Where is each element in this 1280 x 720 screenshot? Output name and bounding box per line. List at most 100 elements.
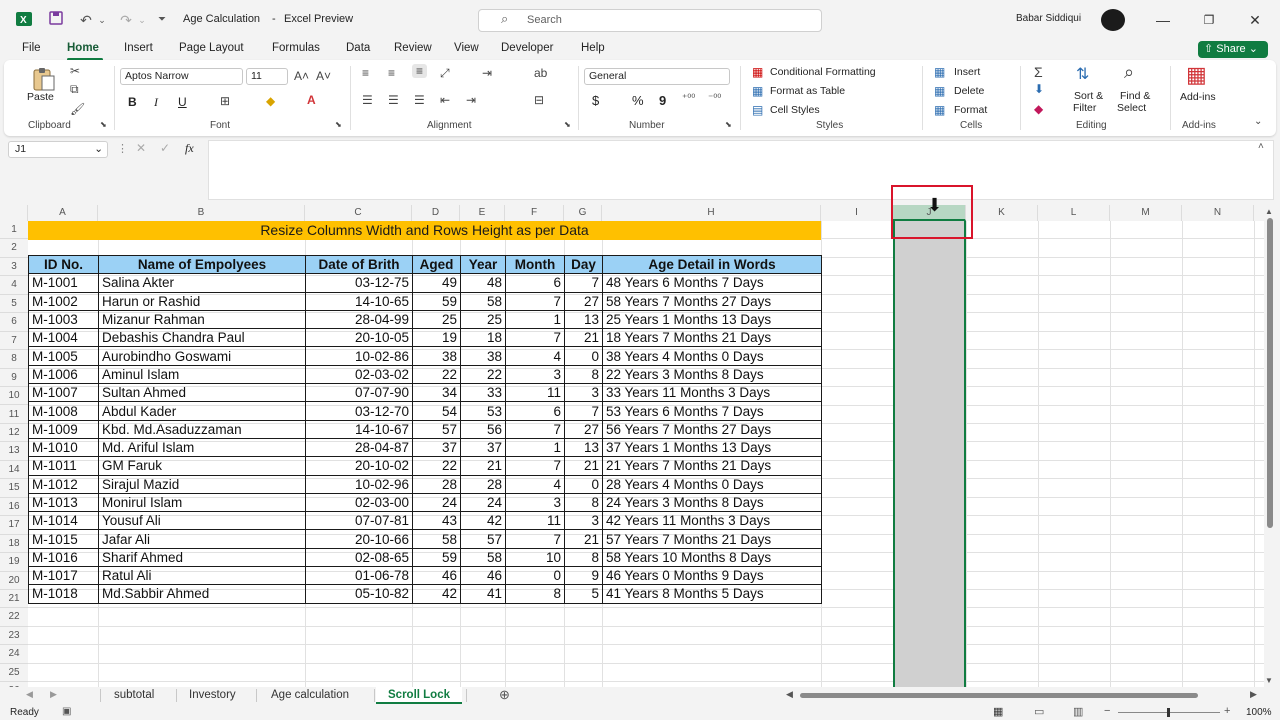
avatar[interactable] [1101, 9, 1125, 31]
row-header[interactable]: 21 [0, 590, 28, 609]
table-cell[interactable]: Ratul Ali [98, 566, 306, 586]
row-header[interactable]: 16 [0, 497, 28, 517]
font-name-select[interactable]: Aptos Narrow [120, 68, 243, 85]
clear-icon[interactable]: ◆ [1034, 102, 1043, 116]
table-cell[interactable]: Md. Ariful Islam [98, 437, 306, 458]
table-cell[interactable]: 21 [564, 328, 603, 348]
table-cell[interactable]: M-1013 [28, 492, 99, 513]
row-header[interactable]: 6 [0, 313, 28, 332]
table-cell[interactable]: M-1006 [28, 364, 99, 385]
collapse-formula-bar-icon[interactable]: ˄ [1258, 141, 1264, 152]
menu-insert[interactable]: Insert [124, 42, 153, 54]
row-header[interactable]: 1 [0, 221, 28, 240]
minimize-icon[interactable]: — [1153, 10, 1173, 30]
column-header-c[interactable]: C [305, 205, 412, 221]
table-cell[interactable]: M-1016 [28, 547, 99, 568]
row-header[interactable]: 8 [0, 350, 28, 369]
percent-button[interactable]: % [632, 93, 644, 108]
merge-center-icon[interactable]: ⊟ [534, 93, 544, 107]
table-cell[interactable]: 49 [412, 273, 461, 293]
table-header-cell[interactable]: ID No. [28, 254, 99, 275]
table-cell[interactable]: 10-02-86 [305, 346, 413, 366]
table-cell[interactable]: 58 [460, 291, 506, 311]
column-header-n[interactable]: N [1182, 205, 1254, 221]
table-cell[interactable]: 46 [412, 566, 461, 586]
column-header-b[interactable]: B [98, 205, 305, 221]
table-cell[interactable]: 58 Years 10 Months 8 Days [602, 547, 822, 568]
sort-label[interactable]: Sort & [1074, 90, 1103, 102]
table-cell[interactable]: Sharif Ahmed [98, 547, 306, 568]
table-cell[interactable]: 11 [505, 511, 565, 531]
number-format-select[interactable]: General [584, 68, 730, 85]
row-header[interactable]: 24 [0, 645, 28, 664]
table-cell[interactable]: Md.Sabbir Ahmed [98, 584, 306, 604]
save-icon[interactable] [46, 10, 66, 30]
tab-scroll-right-icon[interactable]: ▶ [50, 689, 57, 700]
table-cell[interactable]: 56 Years 7 Months 27 Days [602, 419, 822, 439]
insert-function-button[interactable]: fx [185, 141, 194, 156]
tab-scroll-lock[interactable]: Scroll Lock [376, 687, 462, 704]
table-cell[interactable]: 48 Years 6 Months 7 Days [602, 273, 822, 293]
table-cell[interactable]: 28-04-99 [305, 309, 413, 330]
table-cell[interactable]: M-1018 [28, 584, 99, 604]
table-cell[interactable]: 1 [505, 309, 565, 330]
formula-options-icon[interactable]: ⋮ [117, 142, 128, 155]
select-all-corner[interactable] [0, 205, 28, 221]
table-cell[interactable]: 8 [564, 364, 603, 385]
scroll-up-icon[interactable]: ▲ [1265, 207, 1273, 216]
table-cell[interactable]: 02-03-02 [305, 364, 413, 385]
name-box[interactable]: J1 ⌄ [8, 141, 108, 158]
table-cell[interactable]: 3 [564, 383, 603, 403]
row-header[interactable]: 5 [0, 294, 28, 314]
table-cell[interactable]: M-1007 [28, 383, 99, 403]
menu-formulas[interactable]: Formulas [272, 42, 320, 54]
table-cell[interactable]: M-1010 [28, 437, 99, 458]
table-cell[interactable]: Yousuf Ali [98, 511, 306, 531]
table-cell[interactable]: 4 [505, 474, 565, 494]
table-cell[interactable]: Mizanur Rahman [98, 309, 306, 330]
align-top-icon[interactable]: ≡ [362, 66, 369, 80]
tab-investory[interactable]: Investory [177, 687, 248, 704]
zoom-level[interactable]: 100% [1246, 707, 1272, 718]
table-cell[interactable]: M-1002 [28, 291, 99, 311]
increase-font-icon[interactable]: A˄ [294, 69, 309, 83]
filter-label[interactable]: Filter [1073, 102, 1096, 114]
table-cell[interactable]: 58 [412, 529, 461, 549]
format-cells-button[interactable]: Format [954, 104, 987, 116]
column-header-g[interactable]: G [564, 205, 602, 221]
menu-page-layout[interactable]: Page Layout [179, 42, 244, 54]
table-cell[interactable]: M-1011 [28, 456, 99, 476]
format-as-table-button[interactable]: Format as Table [770, 85, 845, 97]
row-header[interactable]: 22 [0, 608, 28, 627]
row-header[interactable]: 2 [0, 239, 28, 258]
align-middle-icon[interactable]: ≡ [388, 66, 395, 80]
table-cell[interactable]: 56 [460, 419, 506, 439]
format-painter-icon[interactable]: 🖌 [70, 102, 85, 116]
restore-icon[interactable]: ❐ [1199, 10, 1219, 30]
row-header[interactable]: 23 [0, 626, 28, 646]
increase-decimal-icon[interactable]: ⁺⁰⁰ [682, 93, 695, 104]
table-header-cell[interactable]: Name of Empolyees [98, 254, 306, 275]
table-cell[interactable]: 34 [412, 383, 461, 403]
table-cell[interactable]: 7 [505, 291, 565, 311]
table-cell[interactable]: 46 [460, 566, 506, 586]
table-cell[interactable]: 37 [460, 437, 506, 458]
row-header[interactable]: 13 [0, 442, 28, 461]
table-cell[interactable]: 28 [412, 474, 461, 494]
page-layout-view-icon[interactable]: ▭ [1034, 705, 1044, 718]
table-cell[interactable]: 24 Years 3 Months 8 Days [602, 492, 822, 513]
decrease-decimal-icon[interactable]: ⁻⁰⁰ [708, 93, 721, 104]
table-header-cell[interactable]: Month [505, 254, 565, 275]
table-cell[interactable]: 05-10-82 [305, 584, 413, 604]
table-cell[interactable]: 0 [564, 474, 603, 494]
table-cell[interactable]: M-1009 [28, 419, 99, 439]
decrease-font-icon[interactable]: A˅ [316, 69, 331, 83]
table-cell[interactable]: 28 Years 4 Months 0 Days [602, 474, 822, 494]
redo-dropdown-icon[interactable]: ⌄ [132, 10, 152, 30]
add-sheet-icon[interactable]: ⊕ [499, 687, 510, 703]
zoom-out-icon[interactable]: − [1104, 705, 1110, 717]
accessibility-icon[interactable]: ▣ [62, 706, 71, 717]
table-cell[interactable]: 42 Years 11 Months 3 Days [602, 511, 822, 531]
table-cell[interactable]: 21 [460, 456, 506, 476]
hscroll-left-icon[interactable]: ◀ [786, 689, 793, 700]
